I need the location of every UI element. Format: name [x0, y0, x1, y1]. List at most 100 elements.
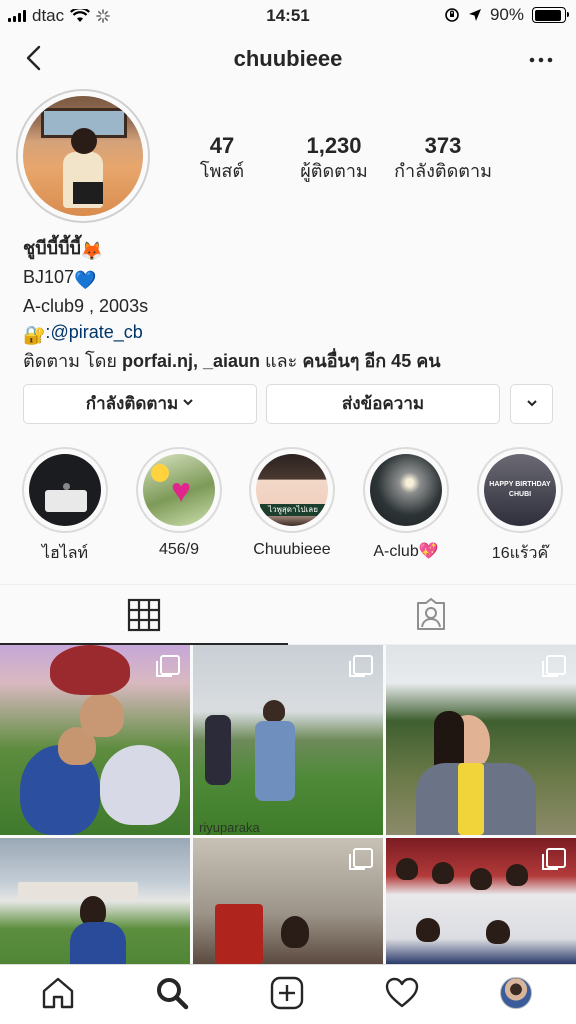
- tagged-icon: [417, 598, 445, 630]
- bio-name-line: ชูบีบี้บี้บี้🦊: [23, 235, 563, 264]
- photo-figure: [18, 882, 138, 900]
- followed-by-prefix: ติดตาม โดย: [23, 351, 117, 371]
- multiple-photos-icon: [349, 655, 373, 677]
- highlight-5[interactable]: HAPPY BIRTHDAY CHUBI 16แร้วค๊: [475, 447, 565, 566]
- suggested-accounts-button[interactable]: [510, 384, 553, 424]
- profile-avatar[interactable]: [500, 977, 532, 1009]
- photo-figure: [470, 868, 492, 890]
- post-thumbnail[interactable]: [386, 645, 576, 835]
- highlight-ring: HAPPY BIRTHDAY CHUBI: [477, 447, 563, 533]
- post-thumbnail[interactable]: [386, 838, 576, 964]
- location-icon: [468, 9, 481, 21]
- orientation-lock-icon: [445, 8, 459, 22]
- stat-posts-label: โพสต์: [199, 161, 245, 181]
- profile-avatar[interactable]: [23, 96, 143, 216]
- add-post-icon[interactable]: [269, 975, 305, 1011]
- highlight-ring: [363, 447, 449, 533]
- highlight-cover: HAPPY BIRTHDAY CHUBI: [484, 454, 556, 526]
- highlight-1[interactable]: ไฮไลท์: [20, 447, 110, 566]
- highlight-ring: [22, 447, 108, 533]
- profile-tabs: [0, 584, 576, 645]
- followed-by-names: porfai.nj, _aiaun: [121, 351, 260, 371]
- status-bar: dtac 14:51 90%: [0, 0, 576, 32]
- post-thumbnail[interactable]: [0, 645, 190, 835]
- photo-figure: [255, 721, 295, 801]
- message-button[interactable]: ส่งข้อความ: [266, 384, 500, 424]
- post-thumbnail[interactable]: riyuparaka: [193, 645, 383, 835]
- photo-figure: [50, 645, 130, 695]
- photo-figure: [215, 904, 263, 964]
- sun-icon: [151, 464, 169, 482]
- followed-by-line[interactable]: ติดตาม โดย porfai.nj, _aiaun และ คนอื่นๆ…: [23, 348, 563, 374]
- avatar-person-head: [71, 128, 97, 154]
- bottom-nav: [0, 964, 576, 1024]
- photo-figure: [281, 916, 309, 948]
- highlight-3[interactable]: ไวพูสุดาไปเลย Chuubieee: [247, 447, 337, 559]
- chevron-down-icon: [183, 399, 193, 406]
- highlight-label: 16แร้วค๊: [491, 545, 549, 562]
- highlight-label-text: A-club: [373, 543, 419, 560]
- stat-followers-count: 1,230: [306, 133, 362, 158]
- more-dots-icon[interactable]: [526, 45, 556, 75]
- photo-figure: [506, 864, 528, 886]
- message-button-label: ส่งข้อความ: [341, 394, 425, 413]
- post-thumbnail[interactable]: [193, 838, 383, 964]
- highlight-cover-card: [45, 483, 87, 512]
- highlight-label: A-club💖: [361, 541, 451, 561]
- post-thumbnail[interactable]: [0, 838, 190, 964]
- followed-by-others: คนอื่นๆ อีก 45 คน: [302, 351, 441, 371]
- display-name: ชูบีบี้บี้บี้: [23, 238, 81, 258]
- battery-fill: [534, 9, 561, 21]
- bio-link-line: 🔐:@pirate_cb: [23, 319, 563, 348]
- bio-line-2: A-club9 , 2003s: [23, 296, 149, 316]
- highlight-cover: ไวพูสุดาไปเลย: [256, 454, 328, 526]
- search-icon[interactable]: [154, 975, 190, 1011]
- highlight-ring: ไวพูสุดาไปเลย: [249, 447, 335, 533]
- followed-by-and: และ: [265, 351, 298, 371]
- tab-tagged[interactable]: [288, 585, 576, 645]
- bio-line-1-text: BJ107: [23, 267, 75, 287]
- grid-icon: [127, 598, 161, 632]
- photo-figure: [80, 693, 124, 737]
- photo-watermark: riyuparaka: [199, 820, 260, 835]
- photo-figure: [458, 763, 484, 835]
- highlight-cover: ♥: [143, 454, 215, 526]
- stat-followers-label: ผู้ติดตาม: [300, 161, 368, 181]
- photo-figure: [486, 920, 510, 944]
- profile-header: chuubieee: [0, 32, 576, 86]
- tab-grid[interactable]: [0, 585, 288, 645]
- stat-following-label: กำลังติดตาม: [394, 161, 492, 181]
- profile-bio: ชูบีบี้บี้บี้🦊 BJ107💙 A-club9 , 2003s 🔐:…: [23, 235, 563, 374]
- multiple-photos-icon: [542, 848, 566, 870]
- following-button-label: กำลังติดตาม: [85, 394, 179, 413]
- heart-icon[interactable]: [384, 975, 420, 1011]
- multiple-photos-icon: [349, 848, 373, 870]
- birthday-name: CHUBI: [508, 491, 532, 498]
- lock-key-emoji: 🔐: [23, 325, 46, 345]
- photo-figure: [432, 862, 454, 884]
- home-icon[interactable]: [40, 975, 76, 1011]
- following-button[interactable]: กำลังติดตาม: [23, 384, 257, 424]
- bio-mention-link[interactable]: @pirate_cb: [50, 322, 142, 342]
- multiple-photos-icon: [156, 655, 180, 677]
- photo-figure: [70, 922, 126, 964]
- photo-figure: [416, 918, 440, 942]
- profile-username: chuubieee: [233, 46, 343, 71]
- stat-following[interactable]: 373 กำลังติดตาม: [386, 134, 500, 184]
- battery-percent: 90%: [489, 5, 524, 24]
- highlight-cover: [370, 454, 442, 526]
- photo-figure: [205, 715, 231, 785]
- status-right: 90%: [444, 5, 569, 25]
- photo-figure: [100, 745, 180, 825]
- highlight-4[interactable]: A-club💖: [361, 447, 451, 561]
- stat-followers[interactable]: 1,230 ผู้ติดตาม: [288, 134, 380, 184]
- highlight-2[interactable]: ♥ 456/9: [134, 447, 224, 559]
- multiple-photos-icon: [542, 655, 566, 677]
- avatar-bag: [73, 182, 103, 204]
- photo-figure: [396, 858, 418, 880]
- bio-line-1: BJ107💙: [23, 264, 563, 293]
- heart-sticker-icon: ♥: [171, 472, 192, 510]
- stat-posts[interactable]: 47 โพสต์: [170, 134, 274, 184]
- chevron-down-icon: [526, 400, 537, 407]
- fox-emoji: 🦊: [80, 241, 104, 261]
